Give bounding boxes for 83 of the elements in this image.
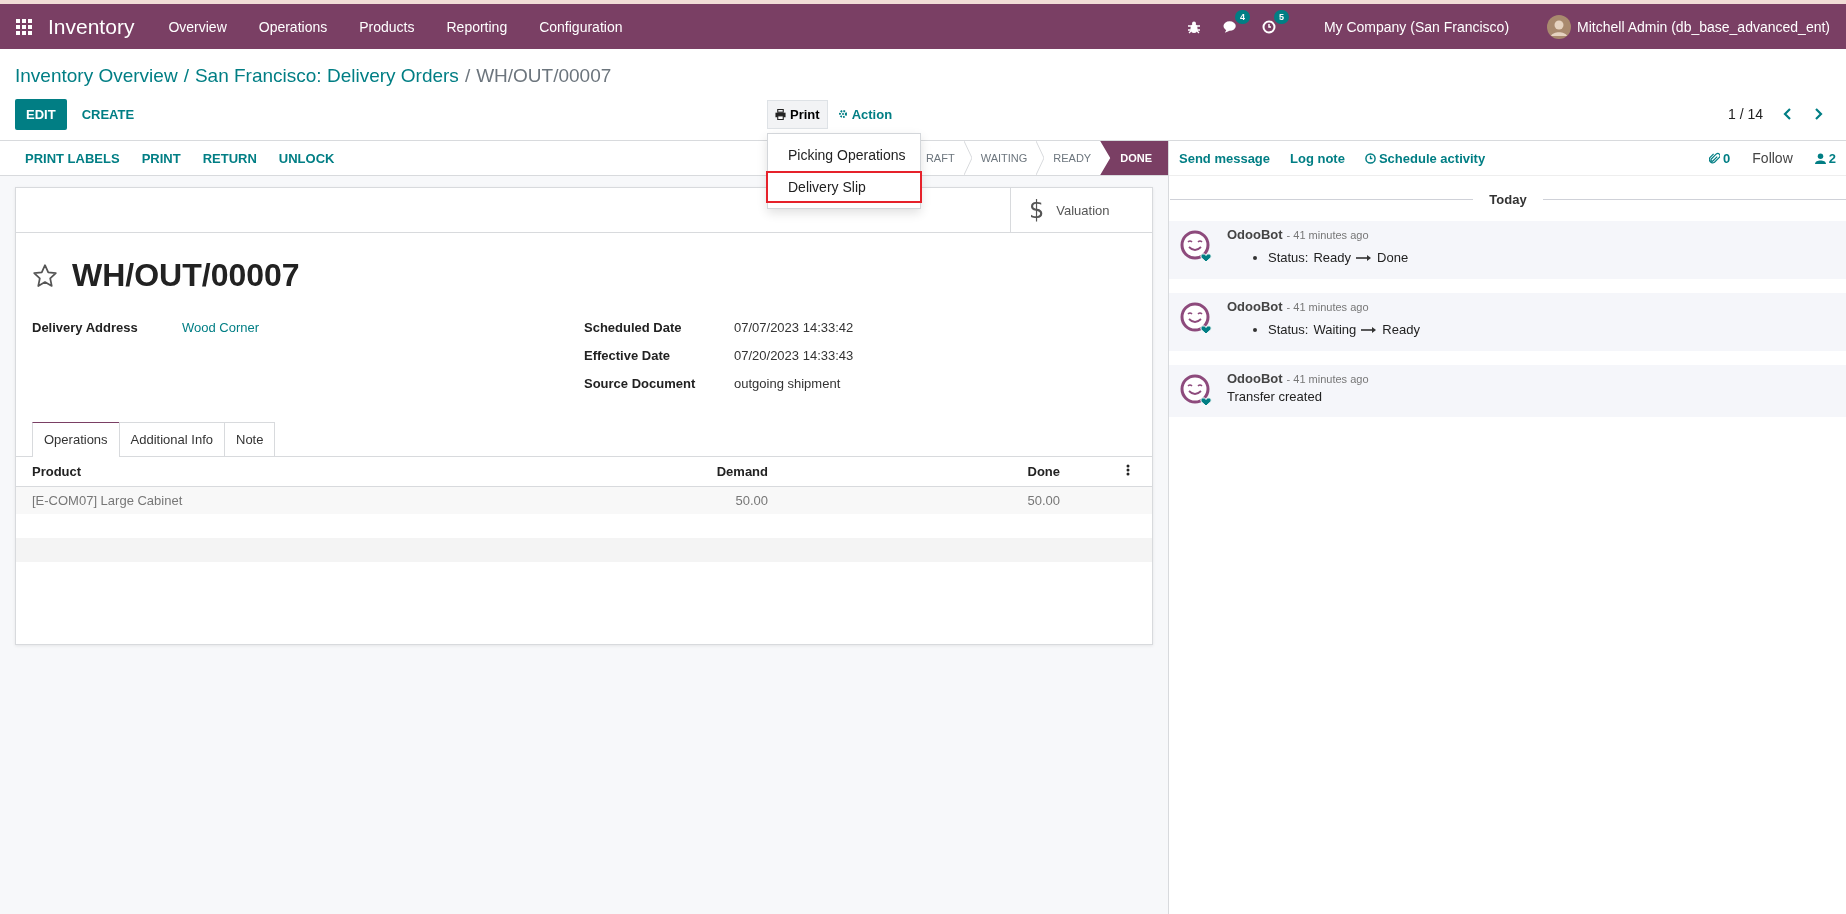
message-author: OdooBot [1227, 371, 1283, 386]
table-cell: 50.00 [784, 486, 1120, 514]
chatter-action-link[interactable]: Schedule activity [1364, 150, 1486, 166]
message-count-badge: 4 [1234, 9, 1250, 24]
breadcrumb-item[interactable]: San Francisco: Delivery Orders [194, 65, 459, 87]
long-arrow-icon [1356, 253, 1373, 262]
date-separator: Today [1489, 192, 1527, 207]
field-label: Scheduled Date [584, 320, 683, 337]
nav-menu-item[interactable]: Overview [152, 18, 243, 35]
create-button[interactable]: CREATE [70, 98, 146, 130]
tracking-bullet [1253, 327, 1257, 332]
field-value: outgoing shipment [734, 376, 841, 393]
tracking-bullet [1253, 255, 1257, 260]
column-header[interactable]: Demand [552, 457, 784, 487]
table-cell: 50.00 [552, 486, 784, 514]
pager-value[interactable]: 1 / 14 [1727, 106, 1763, 122]
header-action-button[interactable]: UNLOCK [267, 144, 346, 172]
previous-icon[interactable] [1783, 108, 1793, 120]
followers-button[interactable]: 2 [1814, 150, 1836, 166]
printer-icon [775, 108, 786, 120]
bot-avatar-icon [1179, 229, 1213, 263]
field-value: 07/20/2023 14:33:43 [734, 348, 854, 365]
notebook-tab[interactable]: Note [224, 422, 276, 456]
message-author: OdooBot [1227, 227, 1283, 242]
company-switcher[interactable]: My Company (San Francisco) [1323, 18, 1510, 35]
follow-button[interactable]: Follow [1752, 150, 1793, 166]
tracking-new-value: Ready [1382, 322, 1420, 337]
activity-count-badge: 5 [1273, 9, 1289, 24]
field-label: Delivery Address [32, 320, 139, 337]
valuation-button[interactable]: $ Valuation [1010, 188, 1152, 232]
bug-icon[interactable] [1186, 19, 1201, 34]
chatter-action-link[interactable]: Send message [1179, 150, 1271, 166]
breadcrumb-separator: / [183, 65, 189, 87]
clock-icon[interactable] [1261, 19, 1276, 34]
field-link[interactable]: Wood Corner [182, 320, 260, 348]
dropdown-item[interactable]: Delivery Slip [766, 170, 922, 203]
attachments-button[interactable]: 0 [1709, 150, 1731, 166]
field-label: Source Document [584, 376, 697, 393]
record-title: WH/OUT/00007 [72, 257, 300, 294]
message-text: Transfer created [1227, 389, 1323, 404]
dropdown-item[interactable]: Picking Operations [766, 138, 922, 171]
column-options-icon[interactable] [1126, 464, 1130, 476]
edit-button[interactable]: EDIT [15, 98, 67, 130]
tracking-old-value: Ready [1313, 250, 1352, 265]
table-cell: [E-COM07] Large Cabinet [16, 486, 552, 514]
tracking-field: Status: [1268, 322, 1309, 337]
star-icon[interactable] [32, 262, 58, 289]
tracking-old-value: Waiting [1313, 322, 1357, 337]
next-icon[interactable] [1813, 108, 1823, 120]
column-header[interactable]: Product [16, 457, 552, 487]
chatter-action-link[interactable]: Log note [1290, 150, 1345, 166]
message-time: - 41 minutes ago [1286, 373, 1369, 385]
header-action-button[interactable]: PRINT [130, 144, 192, 172]
tracking-field: Status: [1268, 250, 1309, 265]
bot-avatar-icon [1179, 301, 1213, 335]
clock-icon [1364, 152, 1376, 164]
user-avatar-icon[interactable] [1547, 14, 1572, 39]
nav-menu-item[interactable]: Reporting [430, 18, 524, 35]
status-step[interactable]: DONE [1100, 141, 1168, 175]
field-label: Effective Date [584, 348, 671, 365]
user-menu[interactable]: Mitchell Admin (db_base_advanced_ent) [1577, 18, 1830, 35]
breadcrumb-item[interactable]: WH/OUT/00007 [476, 65, 612, 87]
header-action-button[interactable]: PRINT LABELS [14, 144, 131, 172]
message-time: - 41 minutes ago [1286, 301, 1369, 313]
apps-menu-icon[interactable] [16, 18, 32, 35]
print-dropdown-button[interactable]: Print [767, 99, 828, 129]
nav-menu-item[interactable]: Configuration [523, 18, 639, 35]
breadcrumb-separator: / [464, 65, 471, 87]
message-time: - 41 minutes ago [1286, 229, 1369, 241]
notebook-tab[interactable]: Operations [32, 422, 120, 457]
long-arrow-icon [1361, 325, 1378, 334]
bot-avatar-icon [1179, 373, 1213, 407]
breadcrumb-item[interactable]: Inventory Overview [15, 65, 178, 87]
tracking-new-value: Done [1377, 250, 1409, 265]
gear-icon [837, 109, 848, 119]
nav-menu-item[interactable]: Products [343, 18, 431, 35]
nav-menu-item[interactable]: Operations [242, 18, 344, 35]
field-value: 07/07/2023 14:33:42 [734, 320, 854, 337]
action-dropdown-button[interactable]: Action [829, 99, 901, 129]
header-action-button[interactable]: RETURN [191, 144, 268, 172]
app-name[interactable]: Inventory [48, 14, 135, 39]
message-author: OdooBot [1227, 299, 1283, 314]
column-header[interactable]: Done [784, 457, 1120, 487]
